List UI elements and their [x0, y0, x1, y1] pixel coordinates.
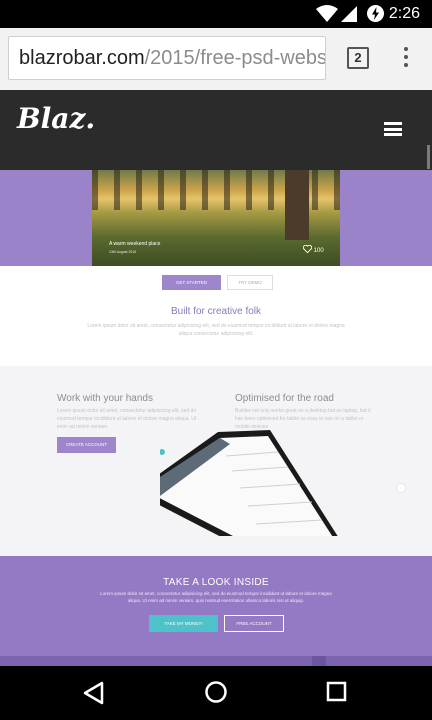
likes-count: 100	[313, 248, 324, 254]
built-title: Built for creative folk	[170, 306, 262, 317]
hero-likes[interactable]: 100	[302, 244, 324, 254]
heart-icon	[302, 244, 313, 254]
look-inside-section: TAKE A LOOK INSIDE Lorem ipsum dolor sit…	[0, 556, 432, 656]
site-header: Blaz.	[0, 90, 432, 170]
wifi-icon	[316, 5, 338, 22]
battery-charging-icon	[367, 5, 384, 22]
status-bar: 2:26	[0, 0, 432, 28]
hero-caption: A warm weekend place	[109, 241, 161, 247]
back-icon[interactable]	[83, 681, 105, 705]
create-account-button[interactable]: CREATE ACCOUNT	[57, 437, 116, 453]
site-logo[interactable]: Blaz.	[17, 102, 95, 135]
feature-title-road: Optimised for the road	[235, 393, 334, 404]
hero-date: 13th August 2015	[109, 250, 137, 254]
feature-title-hands: Work with your hands	[57, 393, 153, 404]
intro-section: GET STARTED TRY DEMO Built for creative …	[0, 266, 432, 366]
signal-icon	[341, 6, 357, 22]
get-started-button[interactable]: GET STARTED	[162, 275, 221, 290]
clock: 2:26	[388, 5, 420, 22]
url-host: blazrobar.com	[19, 47, 145, 69]
footer-strip	[0, 656, 432, 666]
free-account-button[interactable]: FREE ACCOUNT	[224, 615, 284, 632]
browser-toolbar: blazrobar.com/2015/free-psd-webs 2	[0, 28, 432, 91]
hero-forest-image: A warm weekend place 13th August 2015 10…	[92, 170, 340, 266]
take-my-money-button[interactable]: TAKE MY MONEY!	[149, 615, 218, 632]
hamburger-menu-icon[interactable]	[384, 122, 402, 136]
phone-mockup-image	[160, 430, 338, 536]
carousel-dot[interactable]	[396, 483, 406, 493]
url-path: /2015/free-psd-webs	[144, 47, 326, 69]
look-text: Lorem ipsum dolor sit amet, consectetur …	[100, 591, 332, 603]
features-section: Work with your hands Lorem ipsum dolor s…	[0, 366, 432, 556]
recents-icon[interactable]	[326, 681, 348, 703]
hero-section: A warm weekend place 13th August 2015 10…	[0, 170, 432, 266]
home-icon[interactable]	[204, 680, 228, 704]
scrollbar[interactable]	[427, 145, 430, 169]
built-text: Lorem ipsum dolor sit amet, consectetur …	[87, 323, 345, 337]
navigation-bar	[0, 666, 432, 720]
try-demo-button[interactable]: TRY DEMO	[227, 275, 273, 290]
tab-switcher-icon[interactable]: 2	[347, 47, 369, 69]
web-page: Blaz. A warm weekend place 13th August 2…	[0, 90, 432, 666]
overflow-menu-icon[interactable]	[398, 44, 414, 70]
look-title: TAKE A LOOK INSIDE	[163, 577, 269, 588]
address-bar[interactable]: blazrobar.com/2015/free-psd-webs	[8, 36, 326, 80]
